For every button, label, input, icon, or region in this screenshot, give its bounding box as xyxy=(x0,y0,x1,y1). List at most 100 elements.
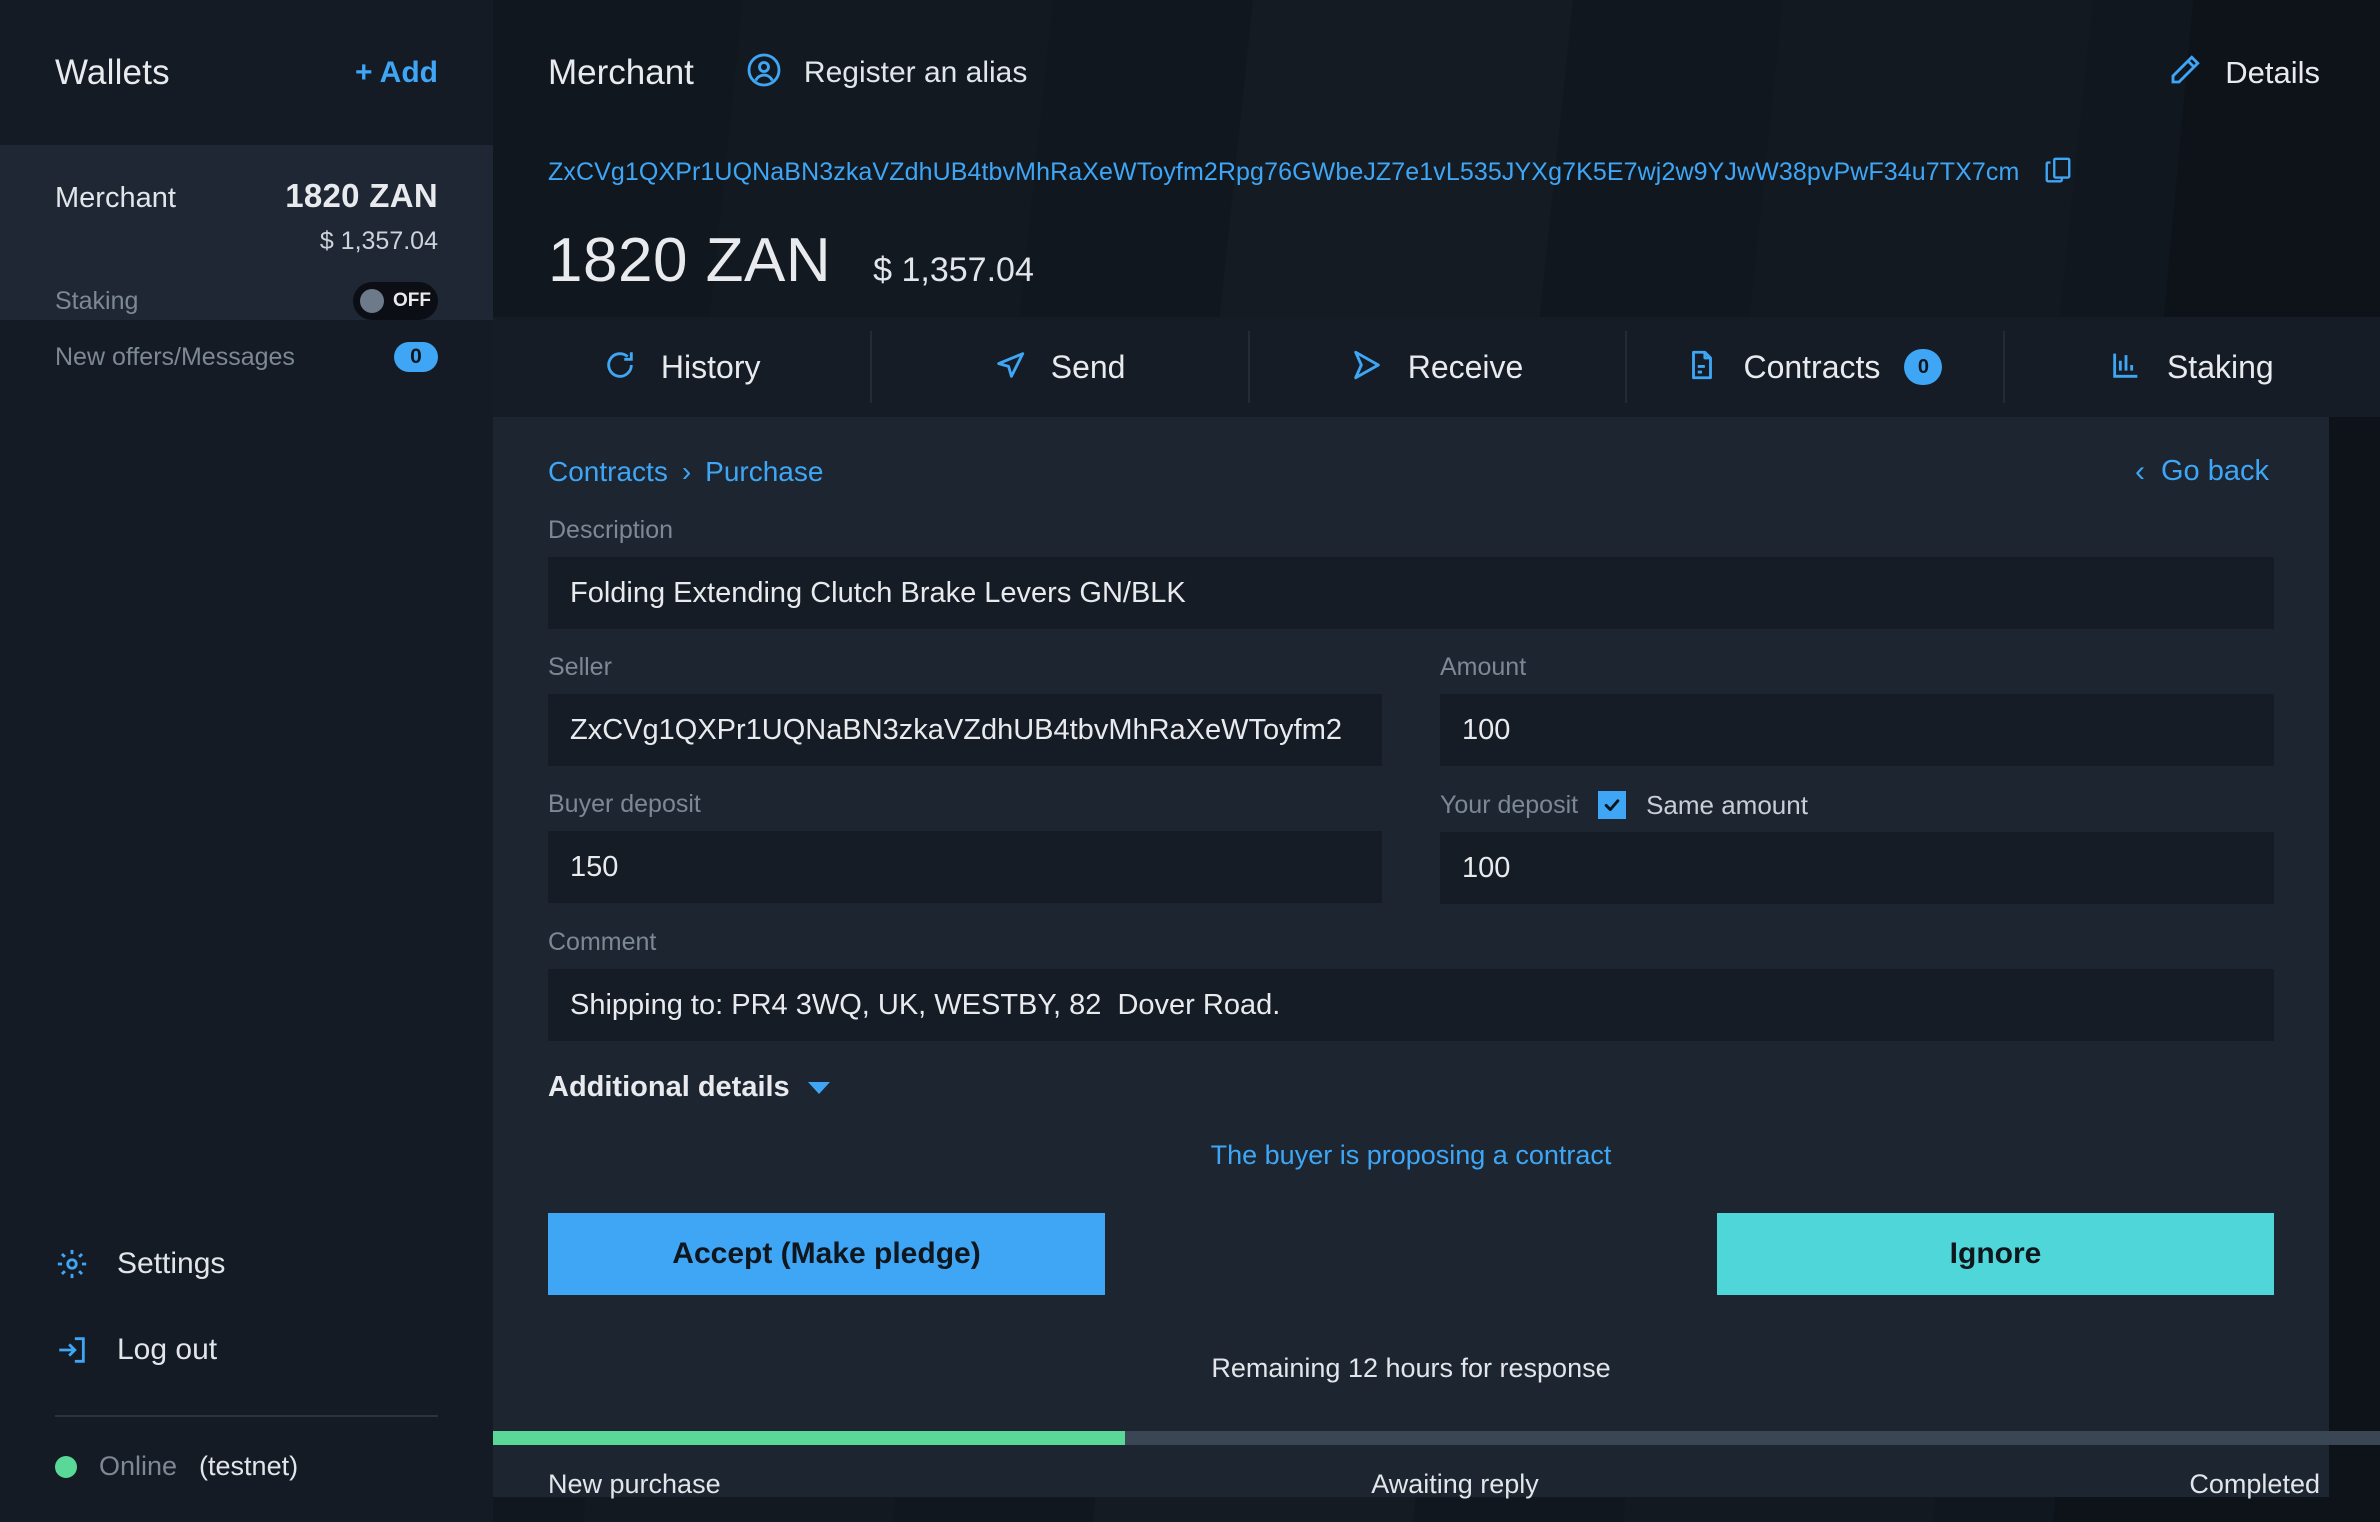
your-deposit-label-row: Your deposit Same amount xyxy=(1440,790,2274,820)
wallet-tabs: History Send Receive xyxy=(493,317,2380,417)
sidebar-header: Wallets + Add xyxy=(0,0,493,145)
register-alias-label: Register an alias xyxy=(804,56,1027,90)
toggle-state-label: OFF xyxy=(393,290,431,312)
breadcrumb: Contracts › Purchase ‹ Go back xyxy=(493,417,2329,488)
buyer-deposit-label: Buyer deposit xyxy=(548,790,1382,819)
same-amount-label: Same amount xyxy=(1646,790,1808,821)
connection-status: Online (testnet) xyxy=(55,1451,438,1482)
comment-input[interactable] xyxy=(548,969,2274,1041)
gear-icon xyxy=(55,1247,89,1281)
tab-label: Send xyxy=(1051,349,1126,386)
sidebar-item-logout[interactable]: Log out xyxy=(55,1307,438,1393)
remaining-time-label: Remaining 12 hours for response xyxy=(548,1353,2274,1384)
comment-field-group: Comment xyxy=(548,928,2274,1041)
toggle-knob xyxy=(360,289,384,313)
ignore-button[interactable]: Ignore xyxy=(1717,1213,2274,1295)
wallet-address[interactable]: ZxCVg1QXPr1UQNaBN3zkaVZdhUB4tbvMhRaXeWTo… xyxy=(548,158,2019,187)
sidebar-spacer xyxy=(0,320,493,1221)
tab-label: History xyxy=(661,349,761,386)
tab-label: Receive xyxy=(1408,349,1524,386)
document-icon xyxy=(1685,348,1719,387)
amount-input[interactable] xyxy=(1440,694,2274,766)
pencil-icon xyxy=(2167,52,2203,93)
your-deposit-field-group: Your deposit Same amount xyxy=(1440,790,2274,904)
tab-contracts[interactable]: Contracts 0 xyxy=(1625,317,2002,417)
wallet-amount: 1820 ZAN xyxy=(285,177,438,215)
description-input[interactable] xyxy=(548,557,2274,629)
sidebar-item-label: Settings xyxy=(117,1247,225,1281)
contract-status-message: The buyer is proposing a contract xyxy=(548,1140,2274,1171)
tab-label: Staking xyxy=(2167,349,2274,386)
contract-panel: Contracts › Purchase ‹ Go back Descripti… xyxy=(493,417,2329,1497)
status-dot-icon xyxy=(55,1456,77,1478)
description-field-group: Description xyxy=(548,516,2274,629)
breadcrumb-purchase[interactable]: Purchase xyxy=(705,456,823,488)
staking-row: Staking OFF xyxy=(55,282,438,320)
balance-row: 1820 ZAN $ 1,357.04 xyxy=(493,199,2380,299)
user-circle-icon xyxy=(746,52,782,93)
sidebar-item-settings[interactable]: Settings xyxy=(55,1221,438,1307)
staking-label: Staking xyxy=(55,287,138,316)
seller-field-group: Seller xyxy=(548,653,1382,766)
progress-bar-fill xyxy=(493,1431,1125,1445)
sidebar-divider xyxy=(55,1415,438,1417)
page-title: Merchant xyxy=(548,53,694,93)
progress-bar-track xyxy=(493,1431,2380,1445)
tab-staking[interactable]: Staking xyxy=(2003,317,2380,417)
sidebar-bottom: Settings Log out Online (testnet) xyxy=(0,1221,493,1522)
chevron-left-icon: ‹ xyxy=(2135,457,2145,487)
breadcrumb-contracts[interactable]: Contracts xyxy=(548,456,668,488)
wallet-fiat: $ 1,357.04 xyxy=(55,227,438,256)
wallet-name-amount-row: Merchant 1820 ZAN xyxy=(55,177,438,215)
staking-toggle[interactable]: OFF xyxy=(353,282,438,320)
breadcrumb-separator: › xyxy=(682,456,691,488)
seller-label: Seller xyxy=(548,653,1382,682)
status-online-label: Online xyxy=(99,1451,177,1482)
tab-history[interactable]: History xyxy=(493,317,870,417)
add-wallet-button[interactable]: + Add xyxy=(355,56,438,90)
refresh-icon xyxy=(603,348,637,387)
logout-icon xyxy=(55,1333,89,1367)
sidebar-item-label: Log out xyxy=(117,1333,217,1367)
go-back-label: Go back xyxy=(2161,455,2269,488)
progress-step-completed: Completed xyxy=(2189,1469,2320,1500)
main-content: Merchant Register an alias xyxy=(493,0,2380,1522)
copy-icon[interactable] xyxy=(2043,155,2073,190)
bar-chart-icon xyxy=(2109,348,2143,387)
status-network-label: (testnet) xyxy=(199,1451,298,1482)
app-root: Wallets + Add Merchant 1820 ZAN $ 1,357.… xyxy=(0,0,2380,1522)
your-deposit-input[interactable] xyxy=(1440,832,2274,904)
wallet-card-merchant[interactable]: Merchant 1820 ZAN $ 1,357.04 Staking OFF… xyxy=(0,145,493,320)
seller-input[interactable] xyxy=(548,694,1382,766)
amount-field-group: Amount xyxy=(1440,653,2274,766)
wallet-address-row: ZxCVg1QXPr1UQNaBN3zkaVZdhUB4tbvMhRaXeWTo… xyxy=(493,145,2380,199)
progress-step-new-purchase: New purchase xyxy=(493,1469,721,1500)
contract-progress: New purchase Awaiting reply Completed xyxy=(493,1431,2380,1522)
same-amount-checkbox[interactable] xyxy=(1598,791,1626,819)
your-deposit-label: Your deposit xyxy=(1440,791,1578,820)
additional-details-label: Additional details xyxy=(548,1071,790,1104)
purchase-contract-form: Description Seller Amount Buyer de xyxy=(493,488,2329,1384)
top-bar: Merchant Register an alias xyxy=(493,0,2380,145)
tab-send[interactable]: Send xyxy=(870,317,1247,417)
tab-label: Contracts xyxy=(1743,349,1880,386)
description-label: Description xyxy=(548,516,2274,545)
go-back-button[interactable]: ‹ Go back xyxy=(2135,455,2269,488)
tab-receive[interactable]: Receive xyxy=(1248,317,1625,417)
comment-label: Comment xyxy=(548,928,2274,957)
deposits-row: Buyer deposit Your deposit Same amount xyxy=(548,790,2274,928)
chevron-down-icon xyxy=(808,1082,830,1094)
progress-step-awaiting-reply: Awaiting reply xyxy=(1371,1469,1539,1500)
additional-details-toggle[interactable]: Additional details xyxy=(548,1071,2274,1104)
accept-pledge-button[interactable]: Accept (Make pledge) xyxy=(548,1213,1105,1295)
receive-icon xyxy=(1350,348,1384,387)
balance-amount: 1820 ZAN xyxy=(548,225,831,296)
buyer-deposit-input[interactable] xyxy=(548,831,1382,903)
buyer-deposit-field-group: Buyer deposit xyxy=(548,790,1382,904)
contract-action-buttons: Accept (Make pledge) Ignore xyxy=(548,1213,2274,1295)
details-button[interactable]: Details xyxy=(2167,52,2320,93)
balance-fiat: $ 1,357.04 xyxy=(873,251,1034,290)
sidebar: Wallets + Add Merchant 1820 ZAN $ 1,357.… xyxy=(0,0,493,1522)
register-alias-button[interactable]: Register an alias xyxy=(746,52,1027,93)
send-icon xyxy=(993,348,1027,387)
